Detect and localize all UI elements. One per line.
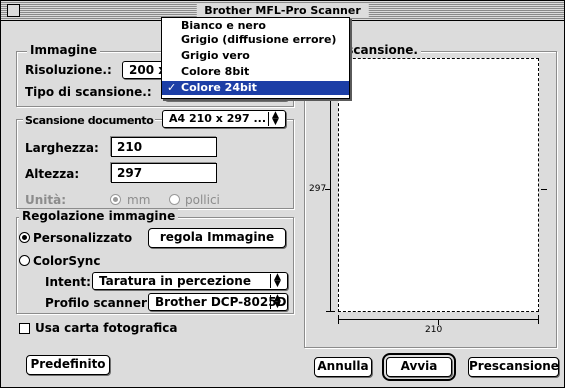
unit-mm-radio[interactable] (110, 194, 121, 205)
height-label: Altezza: (25, 167, 80, 181)
width-dimension-label: 210 (425, 325, 443, 335)
unit-inch-radio[interactable] (169, 194, 180, 205)
width-ruler-tick-left (338, 315, 339, 324)
intent-value: Taratura in percezione (99, 274, 251, 288)
scan-type-menu: Bianco e nero Grigio (diffusione errore)… (161, 17, 350, 99)
menu-item-colore-8bit[interactable]: Colore 8bit (162, 65, 349, 78)
height-ruler-tick-bottom (326, 311, 335, 312)
custom-label: Personalizzato (33, 231, 133, 245)
window-title: Brother MFL-Pro Scanner (196, 3, 369, 18)
width-ruler-tick-right (538, 315, 539, 324)
unit-label: Unità: (25, 193, 67, 207)
popup-arrows-icon: ▲ ▼ (268, 111, 282, 127)
width-label: Larghezza: (25, 141, 99, 155)
menu-item-label: Grigio (diffusione errore) (181, 33, 337, 46)
adjust-image-button[interactable]: regola Immagine (148, 228, 286, 248)
menu-item-label: Colore 8bit (181, 65, 250, 78)
colorsync-radio[interactable] (19, 255, 30, 266)
default-button[interactable]: Predefinito (26, 355, 110, 375)
profile-value: Brother DCP-8025D (155, 295, 287, 309)
scanner-window: Brother MFL-Pro Scanner Immagine Risoluz… (0, 0, 565, 388)
photo-paper-checkbox[interactable] (19, 323, 30, 334)
document-group-title: Scansione documento (23, 114, 156, 128)
menu-item-colore-24bit[interactable]: ✓ Colore 24bit (162, 81, 349, 95)
menu-item-bianco-e-nero[interactable]: Bianco e nero (162, 19, 349, 32)
menu-item-label: Bianco e nero (181, 19, 266, 32)
height-field[interactable]: 297 (111, 163, 217, 183)
colorsync-label: ColorSync (33, 254, 101, 268)
custom-radio[interactable] (19, 232, 30, 243)
cancel-button[interactable]: Annulla (314, 357, 372, 377)
start-button[interactable]: Avvia (382, 353, 456, 381)
unit-mm-label: mm (127, 193, 151, 207)
menu-item-grigio-diffusione[interactable]: Grigio (diffusione errore) (162, 33, 349, 46)
close-box[interactable] (7, 4, 20, 17)
prescan-button[interactable]: Prescansione (468, 357, 559, 377)
profile-popup[interactable]: Brother DCP-8025D ▲ ▼ (148, 293, 288, 311)
document-size-value: A4 210 x 297 ... (169, 112, 267, 125)
intent-label: Intent: (45, 275, 91, 289)
menu-item-label: Grigio vero (181, 49, 250, 62)
profile-label: Profilo scanner: (45, 296, 152, 310)
intent-popup[interactable]: Taratura in percezione ▲ ▼ (92, 272, 288, 290)
width-field[interactable]: 210 (111, 137, 217, 157)
menu-item-grigio-vero[interactable]: Grigio vero (162, 49, 349, 62)
document-size-popup[interactable]: A4 210 x 297 ... ▲ ▼ (162, 110, 286, 128)
popup-arrows-icon: ▲ ▼ (270, 294, 284, 310)
menu-item-label: Colore 24bit (181, 81, 257, 94)
unit-inch-label: pollici (185, 193, 220, 207)
popup-arrows-icon: ▲ ▼ (270, 273, 284, 289)
image-group-title: Immagine (27, 43, 100, 57)
preview-paper[interactable] (338, 58, 539, 312)
adjust-group-title: Regolazione immagine (19, 209, 179, 223)
right-ruler-mid (541, 189, 547, 190)
scan-type-label: Tipo di scansione.: (25, 85, 152, 99)
check-icon: ✓ (167, 81, 177, 94)
resolution-label: Risoluzione.: (25, 63, 112, 77)
height-dimension-label: 297 (309, 184, 327, 194)
photo-paper-label: Usa carta fotografica (35, 321, 178, 335)
